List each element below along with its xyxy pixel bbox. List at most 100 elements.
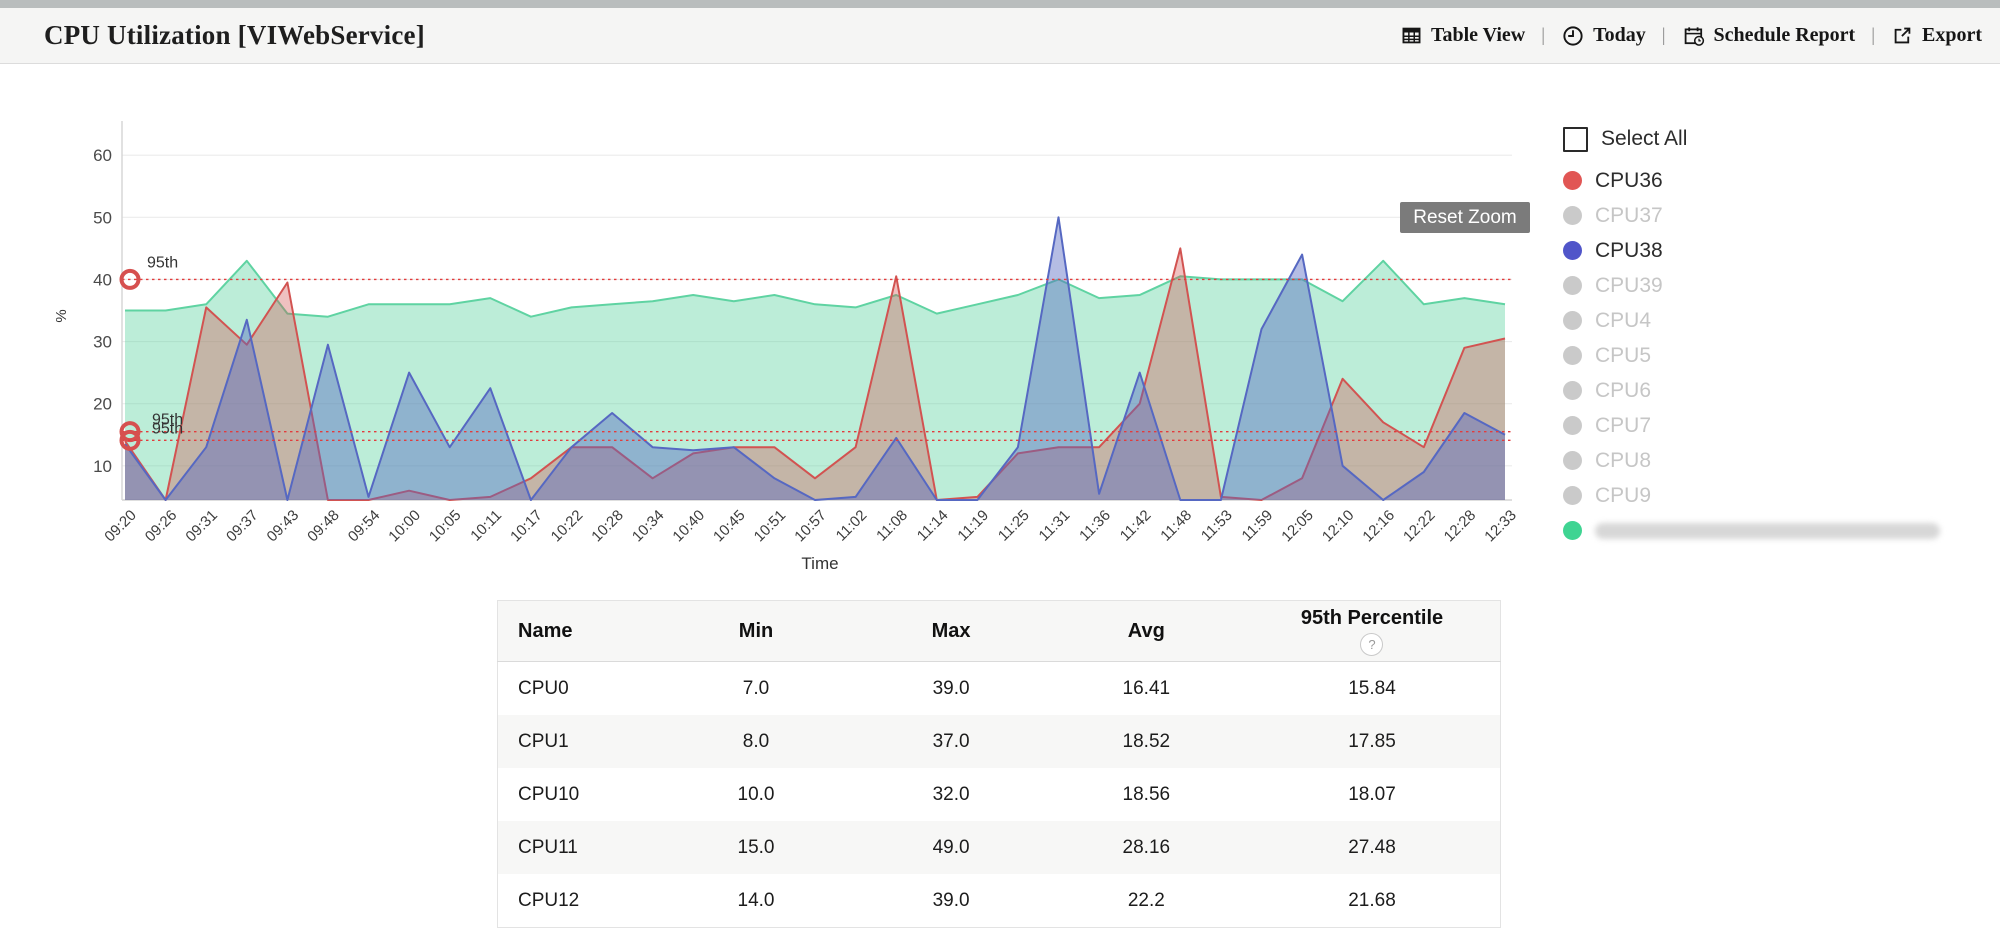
x-tick-label: 09:26 — [142, 507, 181, 546]
legend-item-cpu38[interactable]: CPU38 — [1563, 233, 1983, 268]
x-tick-label: 12:22 — [1400, 507, 1439, 546]
legend-dot-icon — [1563, 311, 1582, 330]
export-label: Export — [1922, 24, 1982, 47]
clock-icon — [1561, 24, 1585, 48]
table-cell: 14.0 — [659, 874, 854, 928]
x-tick-label: 10:22 — [548, 507, 587, 546]
legend-dot-icon — [1563, 206, 1582, 225]
legend-dot-icon — [1563, 521, 1582, 540]
table-cell: 28.16 — [1049, 821, 1244, 874]
column-header-avg: Avg — [1049, 601, 1244, 662]
table-cell: 21.68 — [1244, 874, 1501, 928]
table-cell: CPU0 — [498, 662, 659, 716]
x-tick-label: 11:08 — [873, 507, 911, 545]
table-header: NameMinMaxAvg 95th Percentile? — [498, 601, 1501, 662]
select-all-checkbox[interactable] — [1563, 127, 1588, 152]
x-tick-label: 12:10 — [1319, 507, 1358, 546]
x-tick-label: 11:48 — [1157, 507, 1195, 545]
table-cell: 15.0 — [659, 821, 854, 874]
select-all-row[interactable]: Select All — [1563, 124, 1983, 154]
x-tick-label: 12:28 — [1441, 507, 1480, 546]
legend-item-label: CPU5 — [1595, 344, 1651, 368]
x-tick-label: 09:54 — [345, 507, 384, 546]
today-button[interactable]: Today — [1561, 24, 1646, 48]
legend-item-label: CPU9 — [1595, 484, 1651, 508]
legend-item-cpu6[interactable]: CPU6 — [1563, 373, 1983, 408]
table-view-label: Table View — [1431, 24, 1525, 47]
cpu-stats-table: NameMinMaxAvg95th Percentile? CPU07.039.… — [497, 600, 1501, 928]
legend-item-label: CPU37 — [1595, 204, 1663, 228]
table-view-icon — [1400, 24, 1423, 47]
legend-item-label: CPU36 — [1595, 169, 1663, 193]
y-tick-label: 30 — [93, 333, 112, 352]
legend-item-cpu4[interactable]: CPU4 — [1563, 303, 1983, 338]
column-header-max: Max — [854, 601, 1049, 662]
reset-zoom-button[interactable]: Reset Zoom — [1400, 202, 1530, 233]
legend-item-blurred-host[interactable] — [1563, 513, 1983, 548]
column-header-label: 95th Percentile — [1301, 607, 1443, 630]
legend-dot-icon — [1563, 346, 1582, 365]
x-tick-label: 12:33 — [1481, 507, 1520, 546]
legend-label-blurred — [1595, 523, 1940, 539]
x-tick-label: 11:19 — [954, 507, 992, 545]
toolbar-separator: | — [1541, 25, 1545, 47]
table-cell: 16.41 — [1049, 662, 1244, 716]
table-cell: 18.07 — [1244, 768, 1501, 821]
y-tick-label: 50 — [93, 208, 112, 227]
y-tick-label: 40 — [93, 270, 112, 289]
legend-item-cpu36[interactable]: CPU36 — [1563, 163, 1983, 198]
legend-item-label: CPU39 — [1595, 274, 1663, 298]
table-cell: 18.52 — [1049, 715, 1244, 768]
toolbar-separator: | — [1871, 25, 1875, 47]
table-view-button[interactable]: Table View — [1400, 24, 1525, 47]
percentile-label: 95th — [147, 254, 178, 271]
table-cell: CPU11 — [498, 821, 659, 874]
x-tick-label: 11:25 — [995, 507, 1033, 545]
toolbar: Table View | Today | Schedule Report | E… — [1400, 24, 1982, 48]
y-axis-title: % — [53, 309, 70, 322]
legend-item-cpu39[interactable]: CPU39 — [1563, 268, 1983, 303]
table-row-cpu0: CPU07.039.016.4115.84 — [498, 662, 1501, 716]
y-tick-label: 60 — [93, 146, 112, 165]
x-tick-label: 11:02 — [833, 507, 871, 545]
legend-item-cpu9[interactable]: CPU9 — [1563, 478, 1983, 513]
legend-item-cpu8[interactable]: CPU8 — [1563, 443, 1983, 478]
x-tick-label: 11:59 — [1239, 507, 1277, 545]
chart-canvas[interactable]: 10203040506095th95th95th09:2009:2609:310… — [0, 80, 1560, 578]
x-tick-label: 10:34 — [629, 507, 668, 546]
x-tick-label: 10:40 — [669, 507, 708, 546]
table-cell: 27.48 — [1244, 821, 1501, 874]
percentile-help-icon[interactable]: ? — [1360, 633, 1383, 656]
legend-item-cpu37[interactable]: CPU37 — [1563, 198, 1983, 233]
y-tick-label: 10 — [93, 457, 112, 476]
legend-item-cpu7[interactable]: CPU7 — [1563, 408, 1983, 443]
table-row-cpu11: CPU1115.049.028.1627.48 — [498, 821, 1501, 874]
x-tick-label: 10:17 — [507, 507, 546, 546]
legend-dot-icon — [1563, 276, 1582, 295]
table-cell: 10.0 — [659, 768, 854, 821]
column-header-name: Name — [498, 601, 659, 662]
table-cell: 8.0 — [659, 715, 854, 768]
legend-item-cpu5[interactable]: CPU5 — [1563, 338, 1983, 373]
x-tick-label: 12:16 — [1359, 507, 1398, 546]
table-cell: 7.0 — [659, 662, 854, 716]
legend-item-label: CPU4 — [1595, 309, 1651, 333]
table-cell: 18.56 — [1049, 768, 1244, 821]
toolbar-separator: | — [1662, 25, 1666, 47]
percentile-label: 95th — [152, 420, 183, 437]
table-cell: 39.0 — [854, 874, 1049, 928]
x-tick-label: 11:42 — [1117, 507, 1155, 545]
column-header-min: Min — [659, 601, 854, 662]
chart-legend: Select All CPU36 CPU37 CPU38 CPU39 CPU4 CPU5 C… — [1563, 124, 1983, 548]
schedule-report-button[interactable]: Schedule Report — [1682, 24, 1856, 48]
x-tick-label: 10:00 — [385, 507, 424, 546]
table-cell: 37.0 — [854, 715, 1049, 768]
today-label: Today — [1593, 24, 1646, 47]
export-icon — [1891, 24, 1914, 47]
legend-dot-icon — [1563, 416, 1582, 435]
table-cell: 15.84 — [1244, 662, 1501, 716]
cpu-utilization-chart[interactable]: 10203040506095th95th95th09:2009:2609:310… — [0, 80, 1560, 578]
table-row-cpu12: CPU1214.039.022.221.68 — [498, 874, 1501, 928]
legend-item-label: CPU6 — [1595, 379, 1651, 403]
export-button[interactable]: Export — [1891, 24, 1982, 47]
